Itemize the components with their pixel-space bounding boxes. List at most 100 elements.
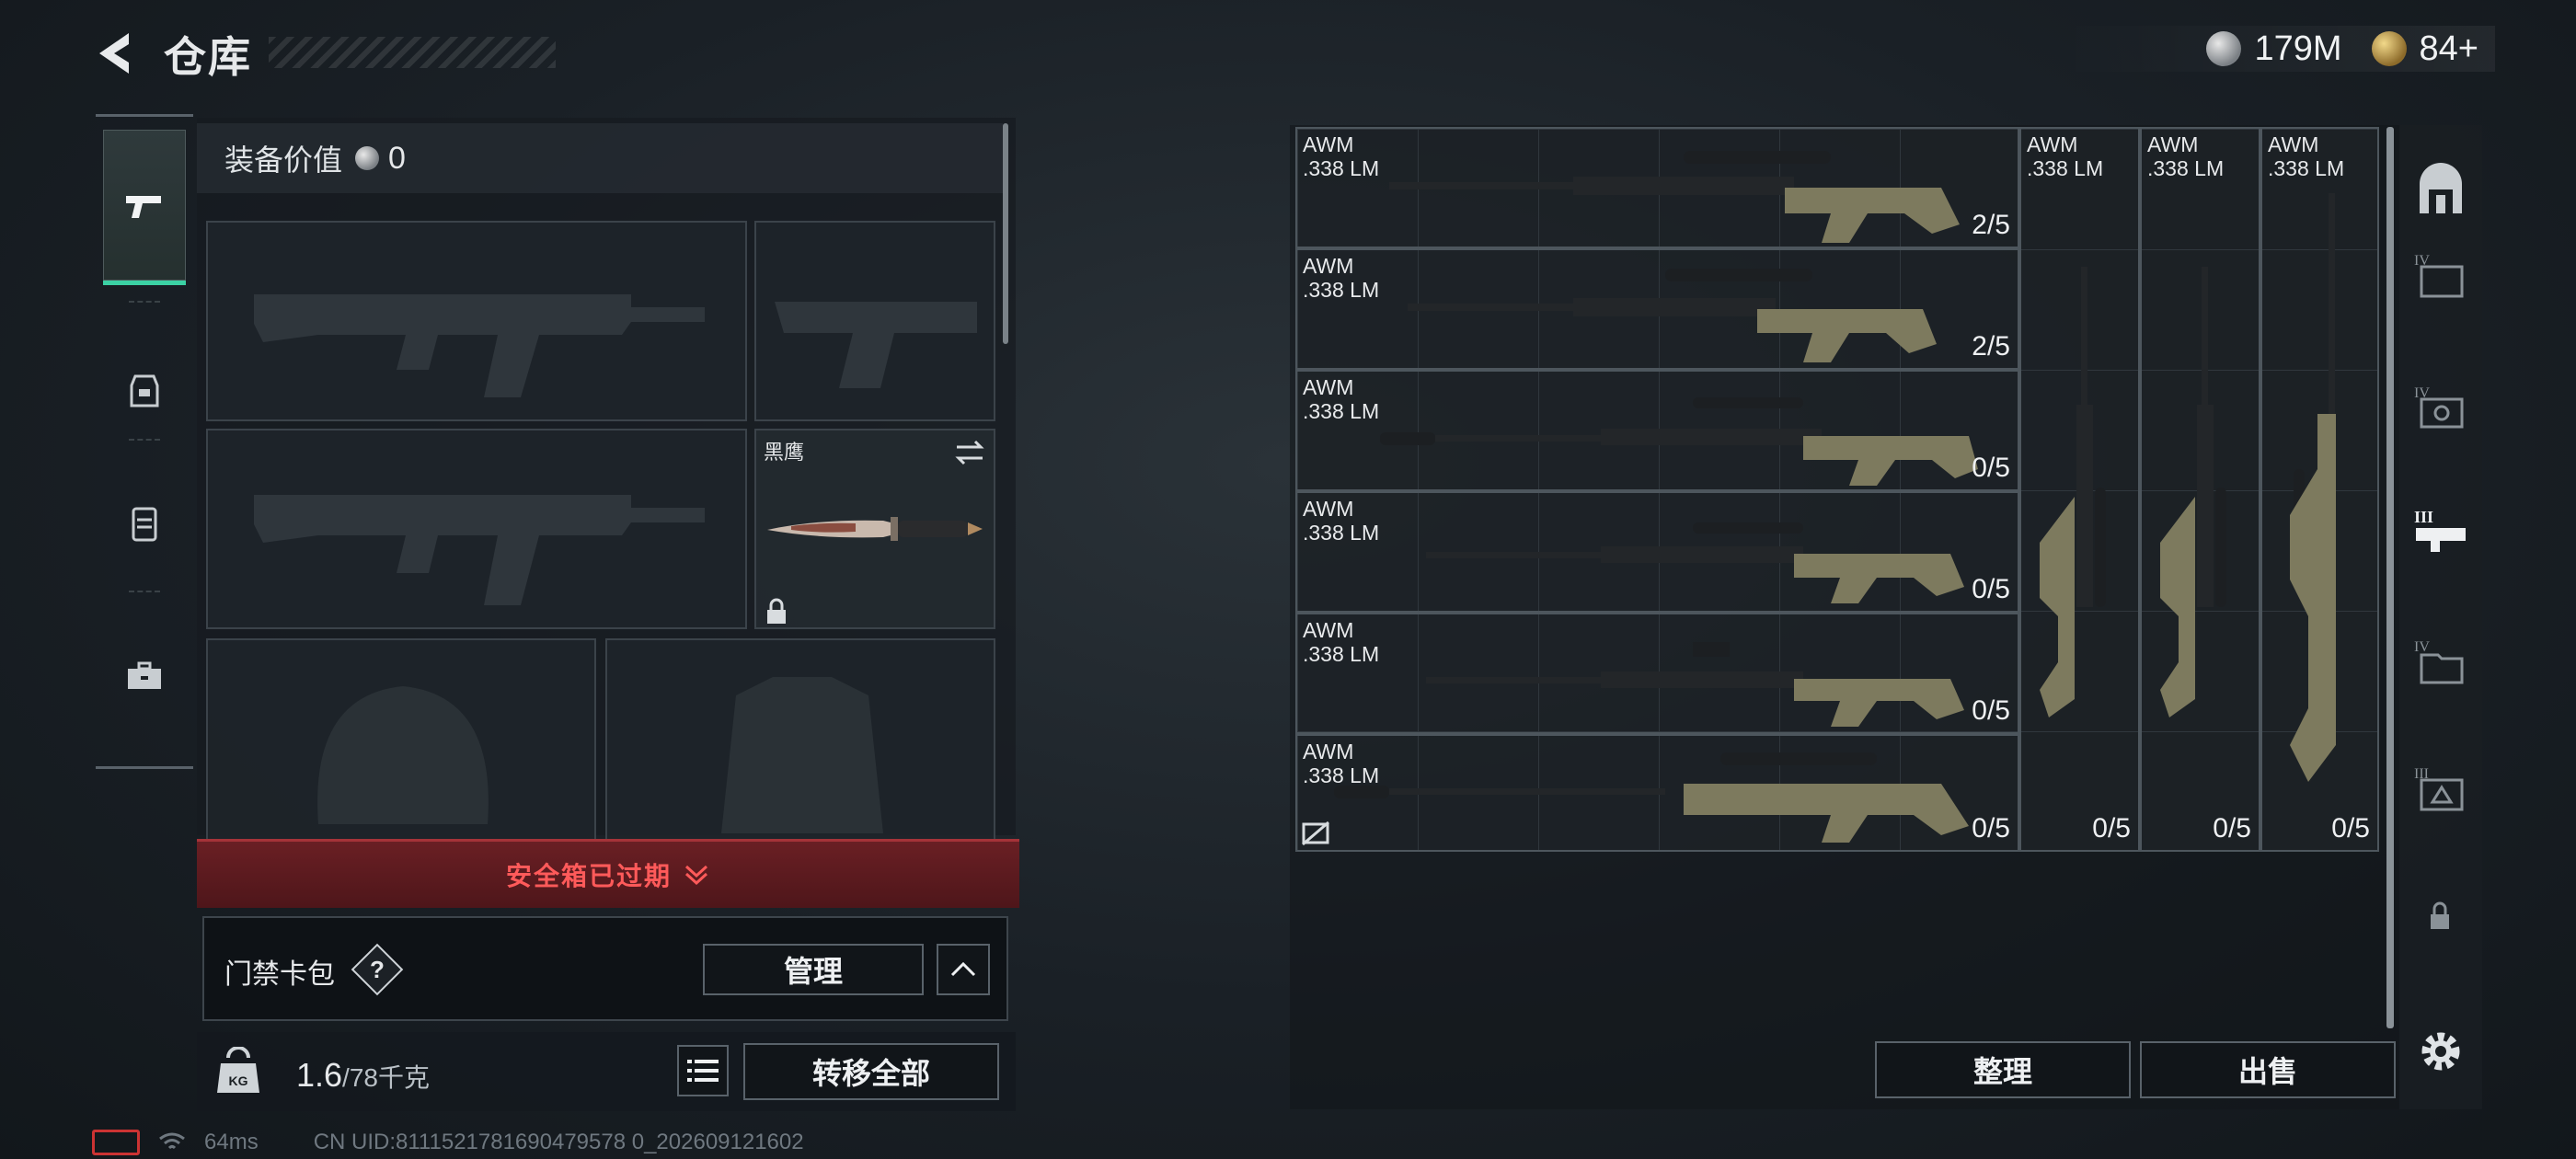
tab-backpack[interactable] — [103, 314, 186, 465]
sniper-rifle-vertical-icon — [2290, 193, 2336, 782]
currency-bar: 179M 84+ — [2059, 26, 2495, 72]
tab-locked[interactable] — [2420, 896, 2460, 936]
slot-melee[interactable]: 黑鹰 — [754, 429, 995, 629]
item-count: 2/5 — [1972, 331, 2010, 361]
storage-item-awm-vertical[interactable]: AWM .338 LM 0/5 — [2260, 127, 2379, 852]
sell-button[interactable]: 出售 — [2140, 1041, 2396, 1098]
tab-weapons[interactable] — [103, 130, 186, 285]
settings-icon — [2421, 1032, 2460, 1071]
slot-helmet[interactable] — [206, 638, 596, 841]
gold-balance[interactable]: 84+ — [2420, 29, 2478, 69]
tab-storage-iv-c[interactable]: IV — [2412, 633, 2469, 690]
storage-item-awm-vertical[interactable]: AWM .338 LM 0/5 — [2140, 127, 2260, 852]
toolbox-icon — [128, 661, 161, 689]
sniper-rifle-icon — [1334, 752, 1969, 843]
storage-item-awm[interactable]: AWM .338 LM 0/5 — [1295, 370, 2019, 491]
tab-storage-iii-box[interactable]: III — [2412, 760, 2469, 817]
transfer-all-button[interactable]: 转移全部 — [743, 1043, 999, 1100]
storage-IV-gear-icon: IV — [2414, 385, 2464, 429]
item-name: AWM .338 LM — [2147, 132, 2225, 180]
tab-storage-entry[interactable] — [2412, 162, 2469, 219]
sniper-rifle-icon — [1389, 151, 1960, 243]
slot-sidearm[interactable] — [754, 221, 995, 421]
knife-icon — [767, 517, 983, 541]
weight-icon: KG — [215, 1046, 261, 1096]
item-count: 0/5 — [2331, 813, 2370, 843]
pistol-silhouette-icon — [775, 302, 977, 388]
sniper-rifle-icon — [1408, 269, 1937, 362]
item-count: 0/5 — [2213, 813, 2251, 843]
tab-chest-rig[interactable] — [103, 448, 186, 599]
item-name: AWM .338 LM — [1303, 618, 1380, 666]
storage-scrollbar[interactable] — [2386, 127, 2394, 1028]
storage-item-awm[interactable]: AWM .338 LM 2/5 — [1295, 127, 2019, 248]
item-count: 0/5 — [2092, 813, 2131, 843]
storage-III-weapon-icon: III — [2414, 508, 2466, 552]
status-footer: 64ms CN UID:8111521781690479578 0_202609… — [92, 1130, 804, 1155]
storage-category-tabs: IV IV III IV III — [2399, 125, 2482, 1109]
item-name: AWM .338 LM — [1303, 375, 1380, 423]
safe-box-expired-banner[interactable]: 安全箱已过期 — [197, 839, 1019, 908]
safe-box-status: 安全箱已过期 — [505, 862, 672, 890]
sort-button[interactable]: 整理 — [1875, 1041, 2131, 1098]
sniper-rifle-vertical-icon — [2160, 267, 2226, 717]
keycard-pack-label: 门禁卡包 — [224, 959, 335, 990]
silver-coin-icon — [355, 146, 380, 170]
item-count: 2/5 — [1972, 210, 2010, 240]
svg-text:IV: IV — [2414, 639, 2430, 655]
door-icon — [2420, 163, 2462, 213]
lock-icon — [767, 598, 786, 624]
storage-IV-folder-icon: IV — [2414, 639, 2464, 684]
storage-item-awm[interactable]: AWM .338 LM 2/5 — [1295, 248, 2019, 370]
item-count: 0/5 — [1972, 695, 2010, 726]
item-name: AWM .338 LM — [1303, 132, 1380, 180]
list-view-button[interactable] — [677, 1045, 729, 1096]
storage-III-box-icon: III — [2414, 766, 2464, 811]
uid-text: CN UID:8111521781690479578 0_20260912160… — [313, 1130, 804, 1154]
slot-primary-weapon[interactable] — [206, 221, 747, 421]
weight-current: 1.6 — [296, 1056, 343, 1094]
title-decoration — [269, 37, 556, 68]
lock-icon — [2431, 901, 2449, 929]
equipment-scrollbar[interactable] — [1003, 123, 1008, 344]
sniper-rifle-vertical-icon — [2040, 267, 2106, 717]
weight-icon-label: KG — [229, 1073, 248, 1088]
ping-value: 64ms — [204, 1130, 259, 1154]
item-name: AWM .338 LM — [1303, 497, 1380, 545]
tab-divider — [129, 439, 160, 441]
back-button[interactable] — [92, 28, 144, 79]
armor-silhouette-icon — [721, 677, 883, 833]
collapse-button[interactable] — [937, 944, 990, 995]
weight-value: 1.6/78千克 — [296, 1056, 430, 1095]
tab-storage-iii-weapons[interactable]: III — [2412, 502, 2469, 559]
slot-armor[interactable] — [605, 638, 995, 841]
gold-coin-icon — [2371, 31, 2407, 66]
list-icon — [687, 1060, 719, 1082]
equipment-category-tabs — [96, 114, 193, 769]
item-name: AWM .338 LM — [1303, 254, 1380, 302]
equipment-value-label: 装备价值 — [224, 143, 343, 177]
silver-coin-icon — [2206, 31, 2242, 66]
storage-item-awm-vertical[interactable]: AWM .338 LM 0/5 — [2019, 127, 2140, 852]
pistol-icon — [126, 196, 161, 218]
page-title: 仓库 — [164, 33, 252, 81]
sniper-rifle-icon — [1426, 522, 1964, 603]
storage-item-awm[interactable]: AWM .338 LM 0/5 — [1295, 613, 2019, 734]
helmet-silhouette-icon — [317, 686, 489, 824]
tab-storage-iv-b[interactable]: IV — [2412, 379, 2469, 436]
tab-storage-iv-a[interactable]: IV — [2412, 247, 2469, 304]
item-count: 0/5 — [1972, 574, 2010, 604]
tab-toolbox[interactable] — [103, 601, 186, 752]
storage-item-awm[interactable]: AWM .338 LM 0/5 — [1295, 734, 2019, 852]
settings-button[interactable] — [2412, 1023, 2469, 1080]
rifle-silhouette-icon — [254, 294, 705, 397]
silver-balance: 179M — [2254, 29, 2342, 68]
tab-divider — [129, 301, 160, 303]
manage-button[interactable]: 管理 — [703, 944, 924, 995]
swap-icon[interactable] — [953, 438, 986, 467]
slot-secondary-weapon[interactable] — [206, 429, 747, 629]
rifle-silhouette-icon — [254, 495, 705, 605]
storage-item-awm[interactable]: AWM .338 LM 0/5 — [1295, 491, 2019, 613]
back-arrow-icon — [99, 33, 129, 74]
chevron-down-icon — [684, 865, 708, 886]
